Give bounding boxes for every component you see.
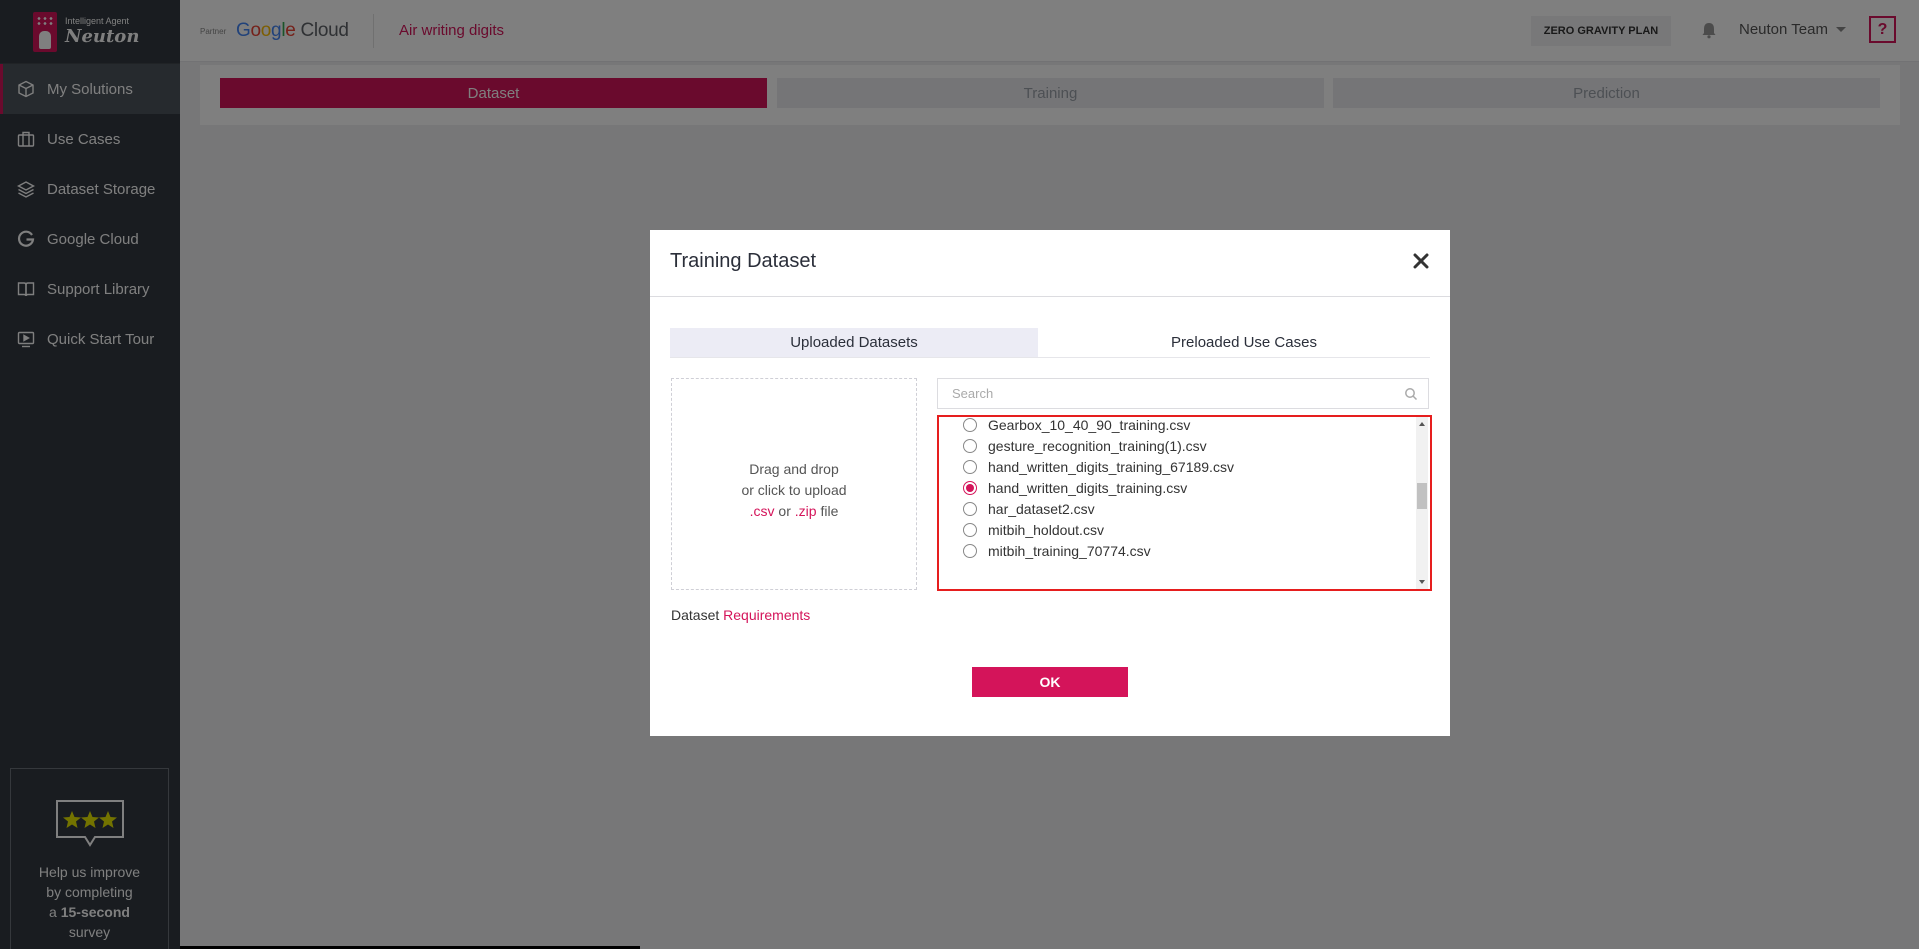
file-item[interactable]: gesture_recognition_training(1).csv: [963, 436, 1207, 456]
search-input[interactable]: [938, 379, 1378, 408]
radio-button[interactable]: [963, 502, 977, 516]
ext-file: file: [820, 503, 839, 519]
ext-or: or: [778, 503, 791, 519]
file-name: hand_written_digits_training_67189.csv: [988, 459, 1234, 475]
radio-button[interactable]: [963, 544, 977, 558]
scrollbar-thumb[interactable]: [1417, 483, 1427, 509]
file-item[interactable]: hand_written_digits_training.csv: [963, 478, 1187, 498]
radio-button-selected[interactable]: [963, 481, 977, 495]
ext-zip: .zip: [794, 503, 817, 519]
training-dataset-dialog: Training Dataset Uploaded Datasets Prelo…: [650, 230, 1450, 736]
tab-uploaded-datasets[interactable]: Uploaded Datasets: [670, 328, 1038, 357]
file-name: Gearbox_10_40_90_training.csv: [988, 417, 1191, 433]
dataset-file-list: Gearbox_10_40_90_training.csv gesture_re…: [937, 415, 1432, 591]
dropzone-line-3: .csv or .zip file: [672, 501, 916, 522]
scroll-up-arrow-icon[interactable]: [1419, 422, 1425, 426]
list-scrollbar[interactable]: [1416, 417, 1428, 589]
file-name: mitbih_holdout.csv: [988, 522, 1104, 538]
search-box: [937, 378, 1429, 409]
file-item[interactable]: mitbih_holdout.csv: [963, 520, 1104, 540]
radio-button[interactable]: [963, 418, 977, 432]
tab-preloaded-use-cases[interactable]: Preloaded Use Cases: [1060, 328, 1428, 357]
file-item[interactable]: hand_written_digits_training_67189.csv: [963, 457, 1234, 477]
ext-csv: .csv: [749, 503, 775, 519]
radio-button[interactable]: [963, 439, 977, 453]
radio-button[interactable]: [963, 523, 977, 537]
dropzone-line-1: Drag and drop: [749, 461, 839, 477]
ok-button[interactable]: OK: [972, 667, 1128, 697]
requirements-link[interactable]: Requirements: [723, 607, 810, 623]
requirements-prefix: Dataset: [671, 607, 720, 623]
dialog-title: Training Dataset: [670, 250, 816, 272]
dropzone-line-2: or click to upload: [741, 482, 847, 498]
file-name: gesture_recognition_training(1).csv: [988, 438, 1207, 454]
file-item[interactable]: mitbih_training_70774.csv: [963, 541, 1151, 561]
radio-button[interactable]: [963, 460, 977, 474]
dialog-header: Training Dataset: [650, 230, 1450, 297]
file-name: har_dataset2.csv: [988, 501, 1095, 517]
file-name: mitbih_training_70774.csv: [988, 543, 1151, 559]
dataset-tabs: Uploaded Datasets Preloaded Use Cases: [670, 328, 1430, 358]
scroll-down-arrow-icon[interactable]: [1419, 580, 1425, 584]
file-item[interactable]: har_dataset2.csv: [963, 499, 1095, 519]
file-name: hand_written_digits_training.csv: [988, 480, 1188, 496]
close-icon[interactable]: [1410, 250, 1432, 272]
search-icon[interactable]: [1404, 387, 1418, 401]
dataset-requirements: Dataset Requirements: [671, 607, 810, 623]
upload-dropzone[interactable]: Drag and drop or click to upload .csv or…: [671, 378, 917, 590]
file-item[interactable]: Gearbox_10_40_90_training.csv: [963, 417, 1191, 435]
